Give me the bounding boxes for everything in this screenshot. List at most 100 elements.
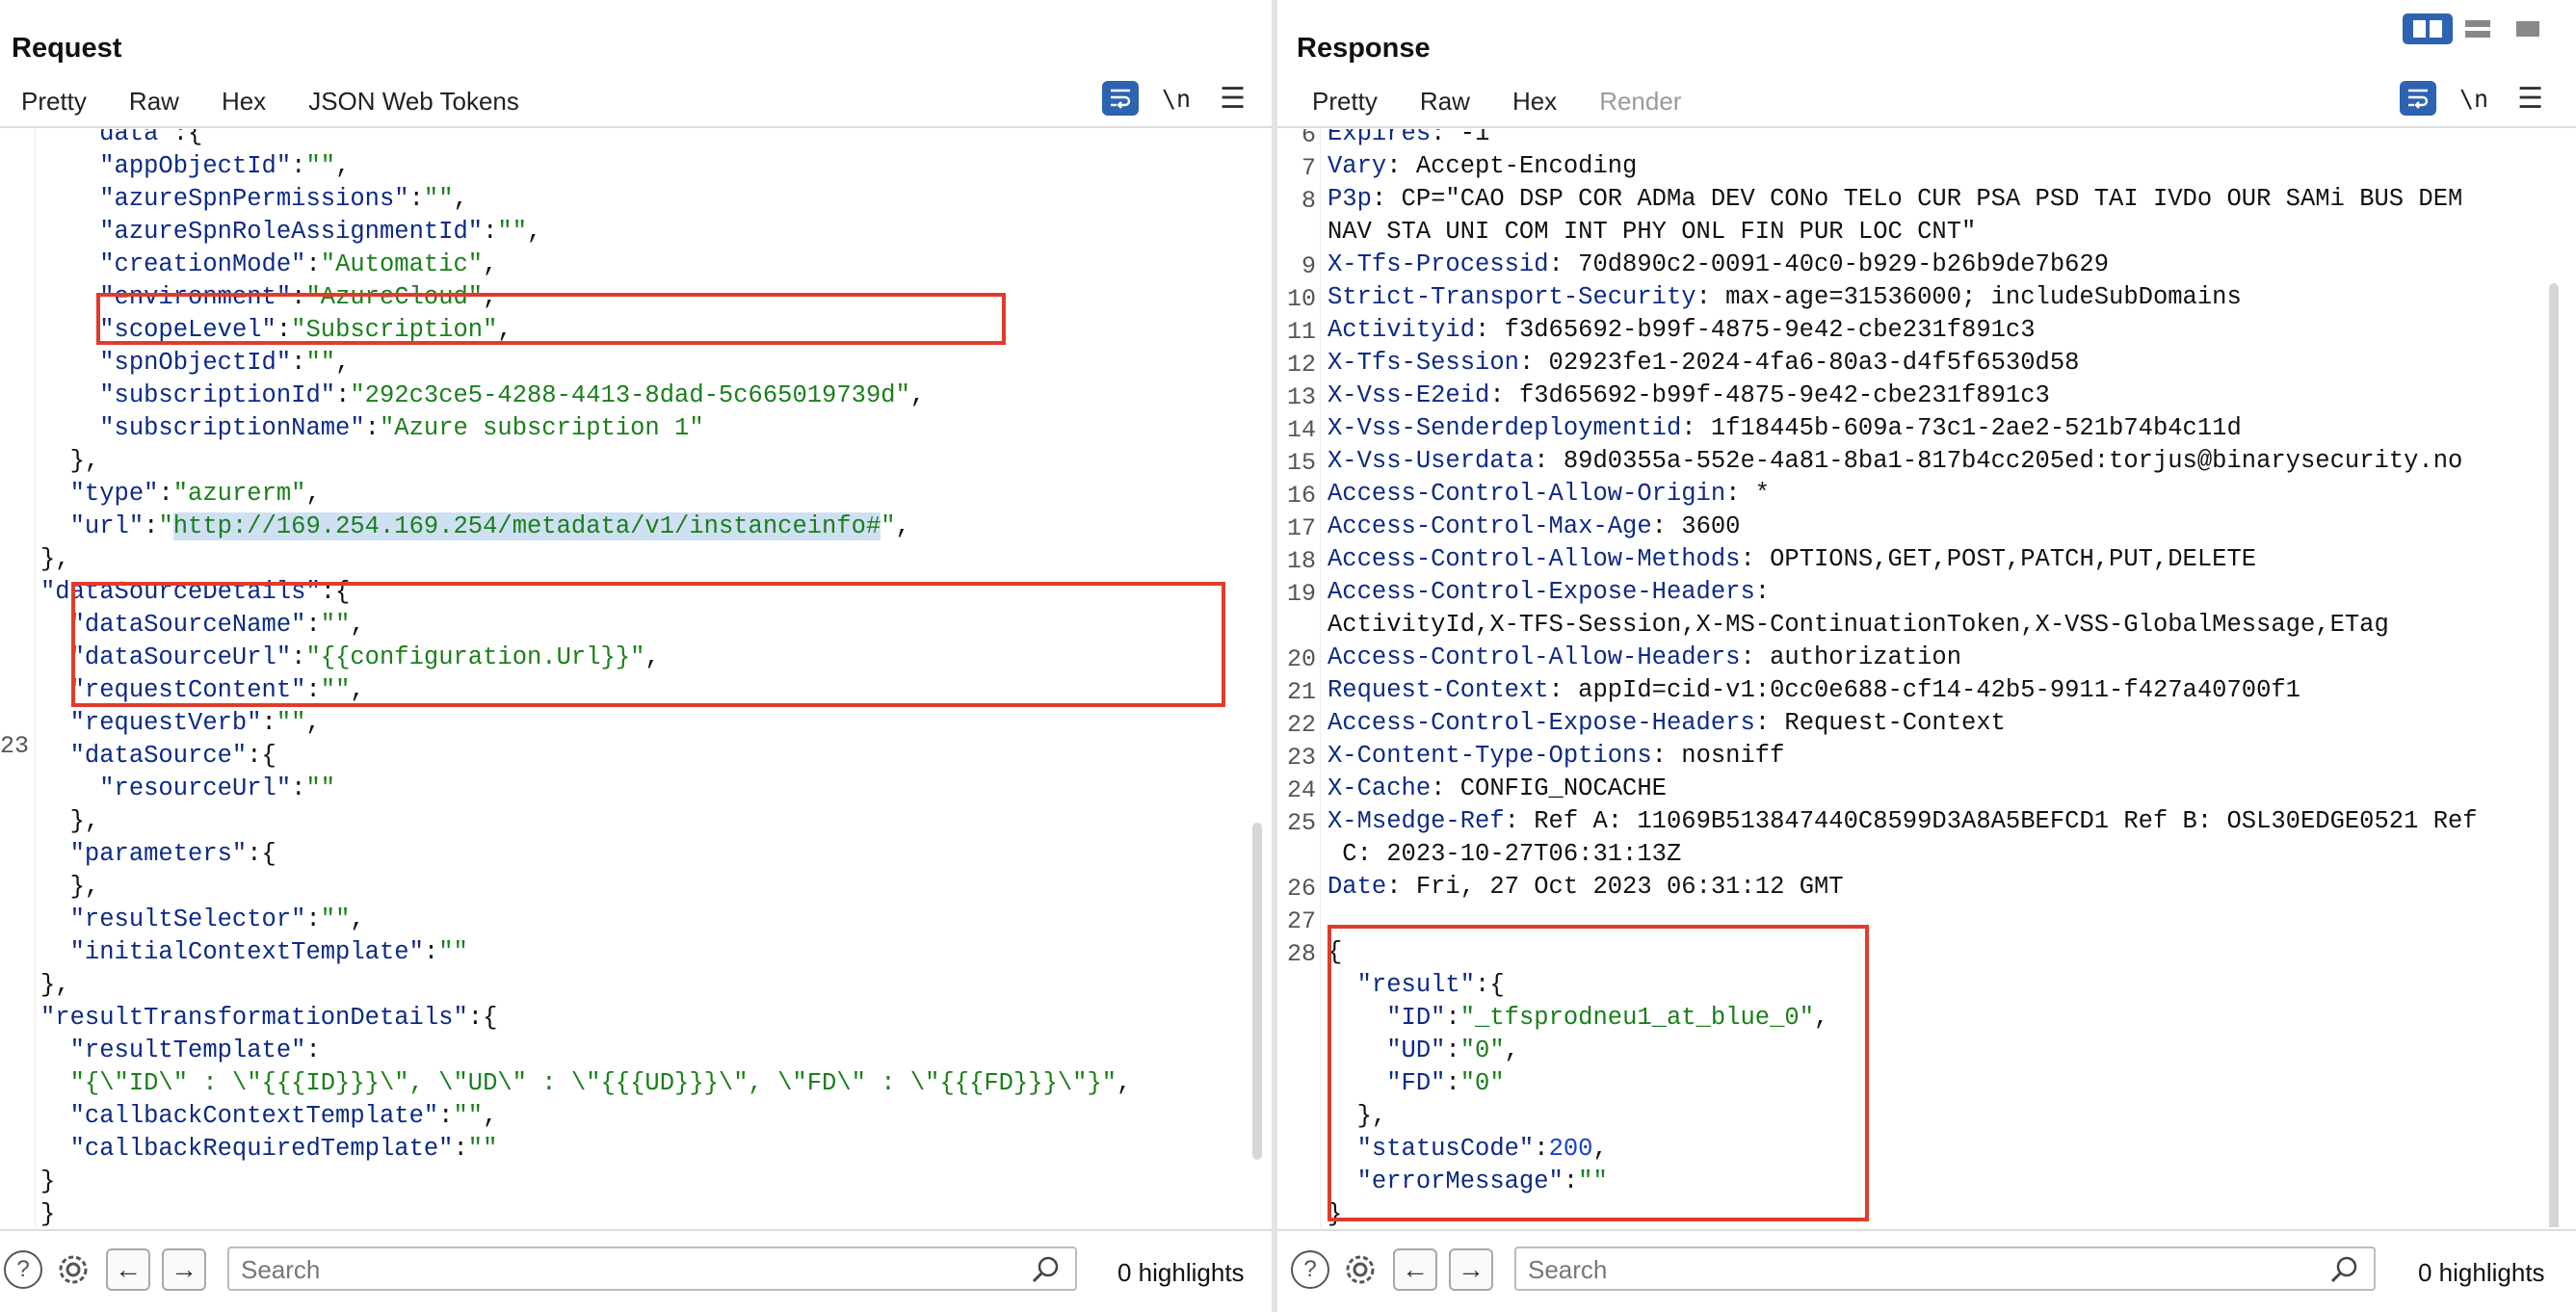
request-scrollbar[interactable]	[1252, 823, 1262, 1160]
request-code-line[interactable]: "dataSourceDetails":{	[40, 576, 1272, 609]
response-code-line[interactable]: "errorMessage":""	[1327, 1166, 2576, 1198]
request-code-line[interactable]: "{\"ID\" : \"{{{ID}}}\", \"UD\" : \"{{{U…	[40, 1067, 1272, 1100]
response-code-line[interactable]: Expires: -1	[1327, 129, 2576, 150]
response-code-line[interactable]: "ID":"_tfsprodneu1_at_blue_0",	[1327, 1002, 2576, 1035]
response-code-line[interactable]: Access-Control-Expose-Headers: Request-C…	[1327, 707, 2576, 740]
response-code-line[interactable]: X-Vss-Userdata: 89d0355a-552e-4a81-8ba1-…	[1327, 445, 2576, 478]
request-code-line[interactable]: },	[40, 445, 1272, 478]
response-code-line[interactable]: Access-Control-Allow-Origin: *	[1327, 478, 2576, 511]
response-code-line[interactable]: Request-Context: appId=cid-v1:0cc0e688-c…	[1327, 674, 2576, 707]
request-code-line[interactable]: "environment":"AzureCloud",	[40, 281, 1272, 314]
response-code-line[interactable]: X-Vss-E2eid: f3d65692-b99f-4875-9e42-cbe…	[1327, 380, 2576, 412]
response-code-line[interactable]: "result":{	[1327, 969, 2576, 1002]
request-search-input[interactable]	[229, 1248, 920, 1291]
request-tab-raw[interactable]: Raw	[108, 85, 200, 125]
settings-button[interactable]	[1341, 1248, 1380, 1291]
request-search-field[interactable]	[227, 1246, 1077, 1291]
request-code-line[interactable]: "resultSelector":"",	[40, 904, 1272, 936]
request-code-line[interactable]: "resultTransformationDetails":{	[40, 1002, 1272, 1035]
request-code-line[interactable]: },	[40, 871, 1272, 904]
request-code-line[interactable]: "dataSourceUrl":"{{configuration.Url}}",	[40, 642, 1272, 674]
newline-toggle-button[interactable]: \n	[1162, 85, 1191, 113]
response-code-line[interactable]: Access-Control-Expose-Headers:	[1327, 576, 2576, 609]
response-code-line[interactable]: P3p: CP="CAO DSP COR ADMa DEV CONo TELo …	[1327, 183, 2576, 216]
request-code-line[interactable]: "initialContextTemplate":""	[40, 936, 1272, 969]
request-code-line[interactable]: "type":"azurerm",	[40, 478, 1272, 511]
request-code-line[interactable]: "dataSource":{	[40, 740, 1272, 773]
response-code-line[interactable]: X-Tfs-Processid: 70d890c2-0091-40c0-b929…	[1327, 249, 2576, 281]
request-code-line[interactable]: "resourceUrl":""	[40, 773, 1272, 805]
request-tab-pretty[interactable]: Pretty	[0, 85, 108, 133]
response-code-line[interactable]: Access-Control-Allow-Headers: authorizat…	[1327, 642, 2576, 674]
response-code-line[interactable]: Access-Control-Max-Age: 3600	[1327, 511, 2576, 543]
previous-match-button[interactable]: ←	[106, 1248, 150, 1291]
response-code-line[interactable]: }	[1327, 1198, 2576, 1227]
request-code-line[interactable]: "resultTemplate":	[40, 1035, 1272, 1067]
request-code-line[interactable]: "subscriptionId":"292c3ce5-4288-4413-8da…	[40, 380, 1272, 412]
request-code-line[interactable]: "requestVerb":"",	[40, 707, 1272, 740]
response-code-line[interactable]: C: 2023-10-27T06:31:13Z	[1327, 838, 2576, 871]
request-code[interactable]: data :{ "appObjectId":"", "azureSpnPermi…	[40, 129, 1272, 1227]
request-code-line[interactable]: "azureSpnRoleAssignmentId":"",	[40, 216, 1272, 249]
response-tab-hex[interactable]: Hex	[1491, 85, 1578, 125]
response-code-line[interactable]	[1327, 904, 2576, 936]
settings-button[interactable]	[54, 1248, 92, 1291]
response-code-line[interactable]: {	[1327, 936, 2576, 969]
request-code-line[interactable]: "requestContent":"",	[40, 674, 1272, 707]
response-code-line[interactable]: X-Content-Type-Options: nosniff	[1327, 740, 2576, 773]
response-code-line[interactable]: X-Msedge-Ref: Ref A: 11069B513847440C859…	[1327, 805, 2576, 838]
hamburger-menu-icon[interactable]: ☰	[2517, 82, 2543, 116]
word-wrap-icon[interactable]	[2400, 81, 2436, 116]
response-editor[interactable]: 6 7 8 9 10 11 12 13 14 15 16 17 18 19 20 21 22 23 24 25 26 27…	[1277, 129, 2576, 1227]
response-code-line[interactable]: Vary: Accept-Encoding	[1327, 150, 2576, 183]
request-code-line[interactable]: }	[40, 1166, 1272, 1198]
response-code-line[interactable]: Access-Control-Allow-Methods: OPTIONS,GE…	[1327, 543, 2576, 576]
response-code[interactable]: Expires: -1 Vary: Accept-Encoding P3p: CP=…	[1327, 129, 2576, 1227]
request-code-line[interactable]: "spnObjectId":"",	[40, 347, 1272, 380]
request-code-line[interactable]: "dataSourceName":"",	[40, 609, 1272, 642]
request-code-line[interactable]: "parameters":{	[40, 838, 1272, 871]
response-code-line[interactable]: "statusCode":200,	[1327, 1133, 2576, 1166]
response-code-line[interactable]: Activityid: f3d65692-b99f-4875-9e42-cbe2…	[1327, 314, 2576, 347]
request-code-line[interactable]: },	[40, 969, 1272, 1002]
request-code-line[interactable]: "callbackContextTemplate":"",	[40, 1100, 1272, 1133]
request-code-line[interactable]: "appObjectId":"",	[40, 150, 1272, 183]
request-tab-json-web-tokens[interactable]: JSON Web Tokens	[287, 85, 540, 125]
response-tab-pretty[interactable]: Pretty	[1291, 85, 1399, 133]
response-tab-raw[interactable]: Raw	[1399, 85, 1491, 125]
next-match-button[interactable]: →	[1449, 1248, 1493, 1291]
response-search-field[interactable]	[1514, 1246, 2376, 1291]
request-code-line[interactable]: "azureSpnPermissions":"",	[40, 183, 1272, 216]
request-code-line[interactable]: "url":"http://169.254.169.254/metadata/v…	[40, 511, 1272, 543]
newline-toggle-button[interactable]: \n	[2459, 85, 2488, 113]
word-wrap-icon[interactable]	[1102, 81, 1139, 116]
hamburger-menu-icon[interactable]: ☰	[1220, 82, 1246, 116]
next-match-button[interactable]: →	[162, 1248, 206, 1291]
request-code-line[interactable]: }	[40, 1198, 1272, 1227]
response-code-line[interactable]: Strict-Transport-Security: max-age=31536…	[1327, 281, 2576, 314]
layout-stacked-icon[interactable]	[2453, 13, 2503, 44]
previous-match-button[interactable]: ←	[1393, 1248, 1437, 1291]
help-button[interactable]: ?	[1291, 1248, 1329, 1291]
response-code-line[interactable]: Date: Fri, 27 Oct 2023 06:31:12 GMT	[1327, 871, 2576, 904]
response-code-line[interactable]: ActivityId,X-TFS-Session,X-MS-Continuati…	[1327, 609, 2576, 642]
response-code-line[interactable]: },	[1327, 1100, 2576, 1133]
request-code-line[interactable]: data :{	[40, 129, 1272, 150]
layout-side-by-side-icon[interactable]	[2403, 13, 2453, 44]
response-scrollbar[interactable]	[2549, 283, 2559, 1227]
request-code-line[interactable]: "callbackRequiredTemplate":""	[40, 1133, 1272, 1166]
response-code-line[interactable]: "FD":"0"	[1327, 1067, 2576, 1100]
response-code-line[interactable]: "UD":"0",	[1327, 1035, 2576, 1067]
help-button[interactable]: ?	[4, 1248, 42, 1291]
response-code-line[interactable]: X-Vss-Senderdeploymentid: 1f18445b-609a-…	[1327, 412, 2576, 445]
request-code-line[interactable]: "subscriptionName":"Azure subscription 1…	[40, 412, 1272, 445]
request-code-line[interactable]: "creationMode":"Automatic",	[40, 249, 1272, 281]
response-code-line[interactable]: X-Cache: CONFIG_NOCACHE	[1327, 773, 2576, 805]
request-code-line[interactable]: },	[40, 805, 1272, 838]
response-code-line[interactable]: X-Tfs-Session: 02923fe1-2024-4fa6-80a3-d…	[1327, 347, 2576, 380]
request-code-line[interactable]: },	[40, 543, 1272, 576]
response-search-input[interactable]	[1516, 1248, 2216, 1291]
layout-single-icon[interactable]	[2503, 13, 2553, 44]
response-code-line[interactable]: NAV STA UNI COM INT PHY ONL FIN PUR LOC …	[1327, 216, 2576, 249]
request-code-line[interactable]: "scopeLevel":"Subscription",	[40, 314, 1272, 347]
